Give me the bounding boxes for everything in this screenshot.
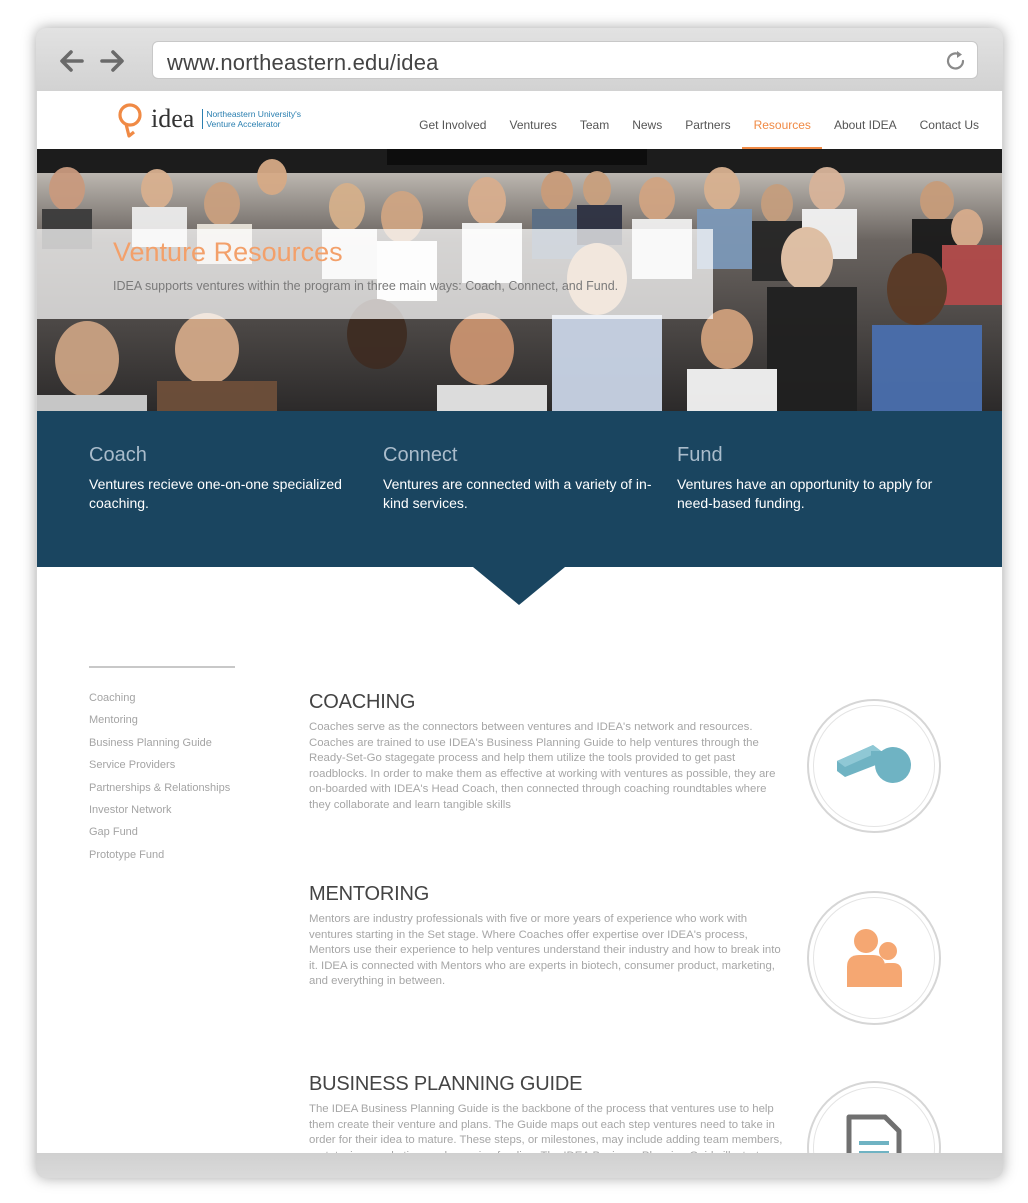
document-icon <box>846 1114 902 1153</box>
hero-subtitle: IDEA supports ventures within the progra… <box>113 279 619 293</box>
sidebar-item-investor-network[interactable]: Investor Network <box>89 804 235 817</box>
sidebar-item-gap-fund[interactable]: Gap Fund <box>89 826 235 839</box>
hero-banner: Venture Resources IDEA supports ventures… <box>37 149 1002 411</box>
sidebar-item-business-planning-guide[interactable]: Business Planning Guide <box>89 737 235 750</box>
section-mentoring: MENTORING Mentors are industry professio… <box>309 883 949 1025</box>
pillar-coach: Coach Ventures recieve one-on-one specia… <box>89 444 359 513</box>
sidebar-item-coaching[interactable]: Coaching <box>89 692 235 705</box>
logo-tagline: Northeastern University's Venture Accele… <box>202 109 301 129</box>
nav-resources[interactable]: Resources <box>741 91 822 149</box>
back-arrow-icon[interactable] <box>56 46 86 76</box>
main-nav: Get Involved Ventures Team News Partners… <box>407 91 990 149</box>
sidebar-item-service-providers[interactable]: Service Providers <box>89 759 235 772</box>
planning-guide-badge <box>807 1081 941 1153</box>
site-header: idea Northeastern University's Venture A… <box>37 91 1002 149</box>
pillar-title: Coach <box>89 444 147 466</box>
address-bar[interactable]: www.northeastern.edu/idea <box>152 41 978 79</box>
band-pointer-arrow <box>473 567 565 605</box>
nav-about-idea[interactable]: About IDEA <box>822 91 908 149</box>
nav-partners[interactable]: Partners <box>673 91 741 149</box>
nav-ventures[interactable]: Ventures <box>497 91 567 149</box>
pillar-text: Ventures recieve one-on-one specialized … <box>89 476 342 511</box>
pillar-title: Connect <box>383 444 458 466</box>
reload-icon[interactable] <box>943 48 969 74</box>
resources-sidebar: Coaching Mentoring Business Planning Gui… <box>89 666 235 871</box>
sidebar-divider <box>89 666 235 668</box>
logo-tagline-line-1: Northeastern University's <box>206 109 301 119</box>
browser-toolbar: www.northeastern.edu/idea <box>36 28 1003 91</box>
pillar-connect: Connect Ventures are connected with a va… <box>383 444 653 513</box>
nav-get-involved[interactable]: Get Involved <box>407 91 497 149</box>
whistle-icon <box>837 745 911 783</box>
browser-bottom-bar <box>36 1153 1003 1178</box>
pillars-band: Coach Ventures recieve one-on-one specia… <box>37 411 1002 567</box>
sidebar-item-prototype-fund[interactable]: Prototype Fund <box>89 849 235 862</box>
logo-wordmark: idea <box>151 104 195 133</box>
sidebar-item-partnerships[interactable]: Partnerships & Relationships <box>89 782 235 795</box>
url-text: www.northeastern.edu/idea <box>167 50 439 75</box>
people-icon <box>847 929 902 987</box>
section-text: Mentors are industry professionals with … <box>309 913 781 988</box>
idea-logo[interactable]: idea Northeastern University's Venture A… <box>117 101 301 141</box>
nav-team[interactable]: Team <box>568 91 620 149</box>
sidebar-item-mentoring[interactable]: Mentoring <box>89 714 235 727</box>
pillar-title: Fund <box>677 444 723 466</box>
pillar-text: Ventures have an opportunity to apply fo… <box>677 476 933 511</box>
nav-contact-us[interactable]: Contact Us <box>908 91 990 149</box>
section-text: Coaches serve as the connectors between … <box>309 721 776 811</box>
nav-news[interactable]: News <box>620 91 673 149</box>
section-business-planning-guide: BUSINESS PLANNING GUIDE The IDEA Busines… <box>309 1073 949 1153</box>
hero-title: Venture Resources <box>113 237 343 267</box>
section-text: The IDEA Business Planning Guide is the … <box>309 1103 783 1153</box>
pillar-text: Ventures are connected with a variety of… <box>383 476 652 511</box>
mentoring-badge <box>807 891 941 1025</box>
forward-arrow-icon[interactable] <box>98 46 128 76</box>
lightbulb-icon <box>118 103 142 138</box>
browser-window: www.northeastern.edu/idea idea Northeast… <box>36 28 1003 1178</box>
page-viewport: idea Northeastern University's Venture A… <box>37 91 1002 1153</box>
logo-tagline-line-2: Venture Accelerator <box>206 119 281 129</box>
hero-caption: Venture Resources IDEA supports ventures… <box>37 229 713 319</box>
coaching-badge <box>807 699 941 833</box>
section-coaching: COACHING Coaches serve as the connectors… <box>309 691 949 833</box>
pillar-fund: Fund Ventures have an opportunity to app… <box>677 444 947 513</box>
